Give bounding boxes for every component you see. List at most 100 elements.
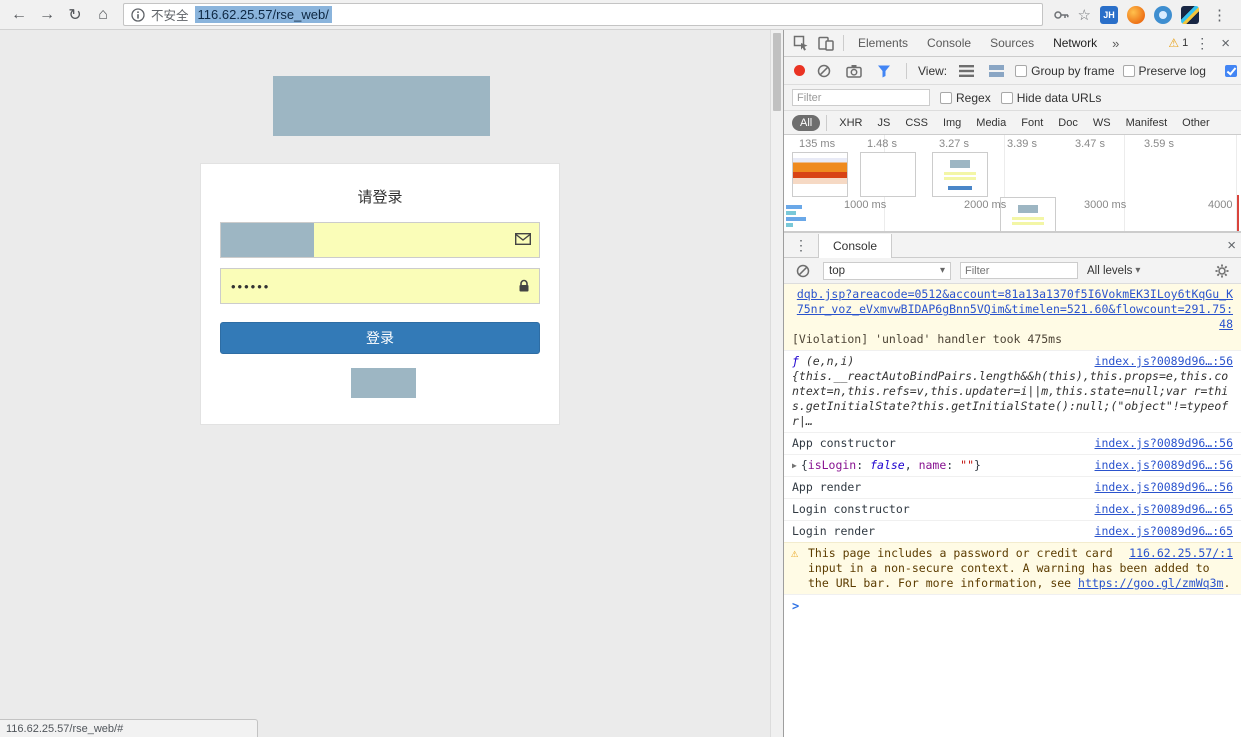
preserve-log-toggle[interactable]: Preserve log (1122, 64, 1206, 78)
function-glyph: ƒ (792, 354, 799, 368)
address-bar[interactable]: 不安全 116.62.25.57/rse_web/ (123, 3, 1043, 26)
filter-pill-css[interactable]: CSS (899, 115, 934, 131)
security-label[interactable]: 不安全 (151, 5, 189, 24)
tab-elements[interactable]: Elements (850, 30, 916, 57)
password-value: •••••• (231, 279, 271, 294)
extension-jh-icon[interactable]: JH (1100, 5, 1118, 24)
source-link[interactable]: index.js?0089d96…:65 (1095, 524, 1233, 539)
extension-blue-icon[interactable] (1154, 5, 1172, 24)
filter-pill-all[interactable]: All (792, 114, 821, 131)
warning-link[interactable]: https://goo.gl/zmWq3m (1078, 576, 1223, 590)
devtools-close-icon[interactable]: × (1216, 35, 1235, 52)
drawer-close-icon[interactable]: × (1222, 237, 1241, 254)
console-prompt[interactable]: > (784, 594, 1241, 618)
filmstrip-thumbnail[interactable] (792, 152, 848, 197)
regex-label: Regex (956, 90, 991, 105)
violation-text: [Violation] 'unload' handler took 475ms (792, 332, 1063, 346)
forward-button[interactable]: → (34, 3, 60, 27)
console-drawer-tab[interactable]: Console (818, 233, 893, 258)
filter-pill-media[interactable]: Media (970, 115, 1012, 131)
warning-icon: ⚠ (791, 546, 799, 560)
group-by-frame-label: Group by frame (1031, 63, 1115, 78)
warning-count: 1 (1182, 37, 1189, 49)
info-icon[interactable] (131, 7, 145, 22)
frame-time: 3.39 s (1007, 138, 1037, 150)
view-waterfall-icon[interactable] (985, 60, 1007, 82)
source-link[interactable]: index.js?0089d96…:56 (1095, 458, 1233, 473)
bookmark-star-icon[interactable]: ☆ (1078, 6, 1091, 24)
devtools-panel: Elements Console Sources Network » ⚠ 1 ⋮… (783, 30, 1241, 737)
console-log-row: index.js?0089d96…:65 Login constructor (784, 498, 1241, 520)
source-link[interactable]: index.js?0089d96…:56 (1095, 480, 1233, 495)
back-button[interactable]: ← (6, 3, 32, 27)
filter-pill-other[interactable]: Other (1176, 115, 1216, 131)
regex-checkbox (940, 91, 952, 104)
thumbnail-detail (1016, 231, 1040, 232)
source-link[interactable]: 116.62.25.57/:1 (1129, 546, 1233, 561)
password-key-icon[interactable] (1053, 4, 1069, 26)
more-tabs-icon[interactable]: » (1112, 36, 1119, 51)
record-button[interactable] (794, 65, 805, 76)
filter-funnel-icon[interactable] (873, 60, 895, 82)
extension-orange-icon[interactable] (1127, 5, 1145, 24)
violation-source-link[interactable]: dqb.jsp?areacode=0512&account=81a13a1370… (797, 287, 1233, 331)
devtools-menu-icon[interactable]: ⋮ (1191, 35, 1213, 52)
tab-network[interactable]: Network (1045, 30, 1105, 57)
divider (843, 35, 844, 51)
device-toolbar-icon[interactable] (815, 32, 837, 54)
regex-toggle[interactable]: Regex (940, 91, 991, 105)
object-brace: } (974, 458, 981, 472)
console-settings-icon[interactable] (1211, 260, 1233, 282)
execution-context-select[interactable]: top ▾ (823, 261, 951, 280)
filter-pill-js[interactable]: JS (871, 115, 896, 131)
checked-checkbox-cutoff[interactable] (1225, 64, 1237, 77)
account-input[interactable] (220, 222, 540, 258)
filmstrip-thumbnail[interactable] (1000, 197, 1056, 232)
source-link[interactable]: index.js?0089d96…:65 (1095, 502, 1233, 517)
filter-pill-img[interactable]: Img (937, 115, 967, 131)
source-link[interactable]: index.js?0089d96…:56 (1095, 354, 1233, 369)
extension-dark-icon[interactable] (1181, 5, 1199, 24)
filter-pill-xhr[interactable]: XHR (833, 115, 868, 131)
divider (906, 62, 907, 79)
toolbar-right: ☆ JH ⋮ (1053, 4, 1231, 26)
page-scrollbar[interactable] (770, 30, 783, 737)
expand-caret-icon[interactable]: ▶ (792, 461, 797, 470)
login-button[interactable]: 登录 (220, 322, 540, 354)
hide-data-urls-toggle[interactable]: Hide data URLs (1000, 91, 1101, 105)
clear-icon[interactable] (813, 60, 835, 82)
filter-pill-font[interactable]: Font (1015, 115, 1049, 131)
network-filter-input[interactable] (792, 89, 930, 106)
issues-badge[interactable]: ⚠ 1 (1168, 36, 1188, 50)
inspect-element-icon[interactable] (790, 32, 812, 54)
filter-pill-doc[interactable]: Doc (1052, 115, 1084, 131)
log-levels-select[interactable]: All levels ▾ (1087, 265, 1140, 277)
group-by-frame-toggle[interactable]: Group by frame (1015, 63, 1115, 78)
password-input[interactable]: •••••• (220, 268, 540, 304)
console-clear-icon[interactable] (792, 260, 814, 282)
filmstrip-thumbnail[interactable] (860, 152, 916, 197)
login-card: 请登录 •••••• 登录 (200, 163, 560, 425)
reload-button[interactable]: ↻ (62, 3, 88, 27)
tab-sources[interactable]: Sources (982, 30, 1042, 57)
drawer-menu-icon[interactable]: ⋮ (790, 237, 812, 254)
filter-pill-manifest[interactable]: Manifest (1120, 115, 1174, 131)
filmstrip-thumbnail[interactable] (932, 152, 988, 197)
footer-placeholder (351, 368, 416, 398)
view-list-icon[interactable] (955, 60, 977, 82)
capture-screenshots-icon[interactable] (843, 60, 865, 82)
console-toolbar: top ▾ All levels ▾ (784, 258, 1241, 284)
page-viewport: 请登录 •••••• 登录 (0, 30, 770, 737)
console-violation-message: dqb.jsp?areacode=0512&account=81a13a1370… (784, 284, 1241, 350)
console-filter-input[interactable] (960, 262, 1078, 279)
source-link[interactable]: index.js?0089d96…:56 (1095, 436, 1233, 451)
url-text: 116.62.25.57/rse_web/ (194, 6, 332, 23)
home-button[interactable]: ⌂ (90, 3, 116, 27)
filter-pill-ws[interactable]: WS (1087, 115, 1117, 131)
scrollbar-thumb[interactable] (773, 33, 781, 111)
grid-label: 1000 ms (844, 199, 887, 211)
overview-bar (786, 223, 793, 227)
grid-label: 3000 ms (1084, 199, 1127, 211)
browser-menu-icon[interactable]: ⋮ (1208, 6, 1231, 24)
tab-console[interactable]: Console (919, 30, 979, 57)
